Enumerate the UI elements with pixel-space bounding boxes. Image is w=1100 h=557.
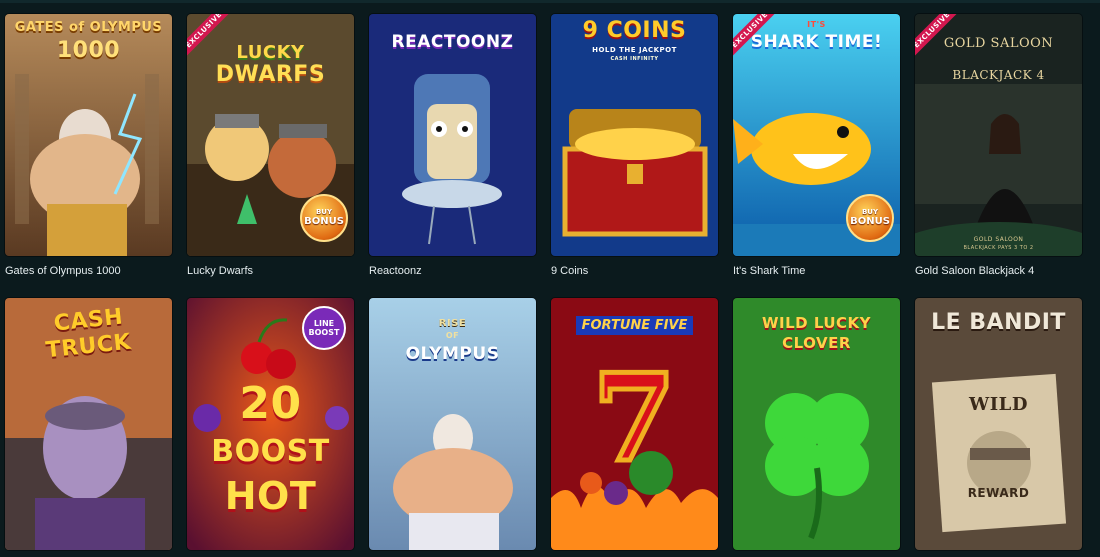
game-thumbnail[interactable]: LE BANDIT WILD REWARD	[915, 298, 1082, 550]
table-label: GOLD SALOON	[973, 236, 1024, 243]
game-grid: GATES of OLYMPUS 1000 Gates of Olympus 1…	[0, 0, 1100, 557]
le-bandit-art	[915, 298, 1082, 550]
line-boost-badge: LINE BOOST	[302, 306, 346, 350]
game-card-wild-lucky-clover[interactable]: WILD LUCKY CLOVER	[733, 298, 900, 550]
game-title[interactable]: Lucky Dwarfs	[187, 265, 354, 277]
game-logo-line3: HOT	[224, 474, 317, 518]
game-card-9-coins[interactable]: 9 COINS HOLD THE JACKPOT CASH INFINITY 9…	[551, 14, 718, 277]
game-title[interactable]: It's Shark Time	[733, 265, 900, 277]
game-thumbnail[interactable]: EXCLUSIVE GOLD SALOON BLACKJACK 4 GOLD S…	[915, 14, 1082, 256]
game-logo-line1: WILD LUCKY	[761, 314, 872, 332]
game-logo-line2: BOOST	[211, 434, 330, 469]
game-logo-line2: 1000	[56, 38, 121, 63]
buy-bonus-badge: BUY BONUS	[300, 194, 348, 242]
game-title[interactable]: Gates of Olympus 1000	[5, 265, 172, 277]
game-thumbnail[interactable]: CASH TRUCK	[5, 298, 172, 550]
game-thumbnail[interactable]: EXCLUSIVE IT'S SHARK TIME! BUY BONUS	[733, 14, 900, 256]
poster-top-text: WILD	[969, 394, 1028, 415]
game-card-gates-of-olympus-1000[interactable]: GATES of OLYMPUS 1000 Gates of Olympus 1…	[5, 14, 172, 277]
game-logo-line1: IT'S	[807, 20, 826, 29]
buy-bonus-badge: BUY BONUS	[846, 194, 894, 242]
game-logo-line3: OLYMPUS	[405, 344, 500, 364]
game-logo-line1: LUCKY	[236, 42, 305, 63]
game-logo-line2: BLACKJACK 4	[952, 68, 1045, 82]
game-card-fortune-five[interactable]: FORTUNE FIVE 7	[551, 298, 718, 550]
game-card-20-boost-hot[interactable]: LINE BOOST 20 BOOST HOT	[187, 298, 354, 550]
game-card-gold-saloon-blackjack-4[interactable]: EXCLUSIVE GOLD SALOON BLACKJACK 4 GOLD S…	[915, 14, 1082, 277]
game-logo-line2: HOLD THE JACKPOT	[592, 46, 677, 54]
game-logo-line1: GATES of OLYMPUS	[14, 20, 163, 35]
game-card-rise-of-olympus[interactable]: RISE OF OLYMPUS	[369, 298, 536, 550]
game-logo-line1: 20	[239, 378, 302, 429]
game-card-reactoonz[interactable]: REACTOONZ Reactoonz	[369, 14, 536, 277]
game-logo-line2: DWARFS	[215, 62, 326, 87]
lucky-seven-symbol: 7	[590, 346, 679, 492]
game-thumbnail[interactable]: EXCLUSIVE LUCKY DWARFS BUY BONUS	[187, 14, 354, 256]
game-title[interactable]: 9 Coins	[551, 265, 718, 277]
game-thumbnail[interactable]: REACTOONZ	[369, 14, 536, 256]
game-thumbnail[interactable]: LINE BOOST 20 BOOST HOT	[187, 298, 354, 550]
game-logo-line1: 9 COINS	[582, 18, 687, 43]
game-logo: FORTUNE FIVE	[575, 316, 694, 335]
game-card-le-bandit[interactable]: LE BANDIT WILD REWARD	[915, 298, 1082, 550]
game-logo-line1: GOLD SALOON	[943, 36, 1054, 51]
game-thumbnail[interactable]: RISE OF OLYMPUS	[369, 298, 536, 550]
game-card-lucky-dwarfs[interactable]: EXCLUSIVE LUCKY DWARFS BUY BONUS Lucky Dw…	[187, 14, 354, 277]
game-card-its-shark-time[interactable]: EXCLUSIVE IT'S SHARK TIME! BUY BONUS It's…	[733, 14, 900, 277]
table-sub-label: BLACKJACK PAYS 3 TO 2	[963, 245, 1034, 251]
game-thumbnail[interactable]: WILD LUCKY CLOVER	[733, 298, 900, 550]
game-logo-line2: SHARK TIME!	[750, 32, 883, 52]
game-title[interactable]: Reactoonz	[369, 265, 536, 277]
game-logo-line2: CLOVER	[782, 334, 851, 352]
game-title[interactable]: Gold Saloon Blackjack 4	[915, 265, 1082, 277]
game-logo: LE BANDIT	[931, 310, 1066, 335]
game-logo-line3: CASH INFINITY	[610, 56, 659, 62]
poster-bottom-text: REWARD	[967, 486, 1030, 500]
logo-banner: FORTUNE FIVE	[551, 316, 718, 335]
game-card-cash-truck[interactable]: CASH TRUCK	[5, 298, 172, 550]
game-thumbnail[interactable]: 9 COINS HOLD THE JACKPOT CASH INFINITY	[551, 14, 718, 256]
game-logo-line2: OF	[445, 331, 460, 340]
game-thumbnail[interactable]: GATES of OLYMPUS 1000	[5, 14, 172, 256]
game-logo-line1: RISE	[438, 318, 467, 329]
game-logo: REACTOONZ	[391, 32, 514, 52]
game-thumbnail[interactable]: FORTUNE FIVE 7	[551, 298, 718, 550]
